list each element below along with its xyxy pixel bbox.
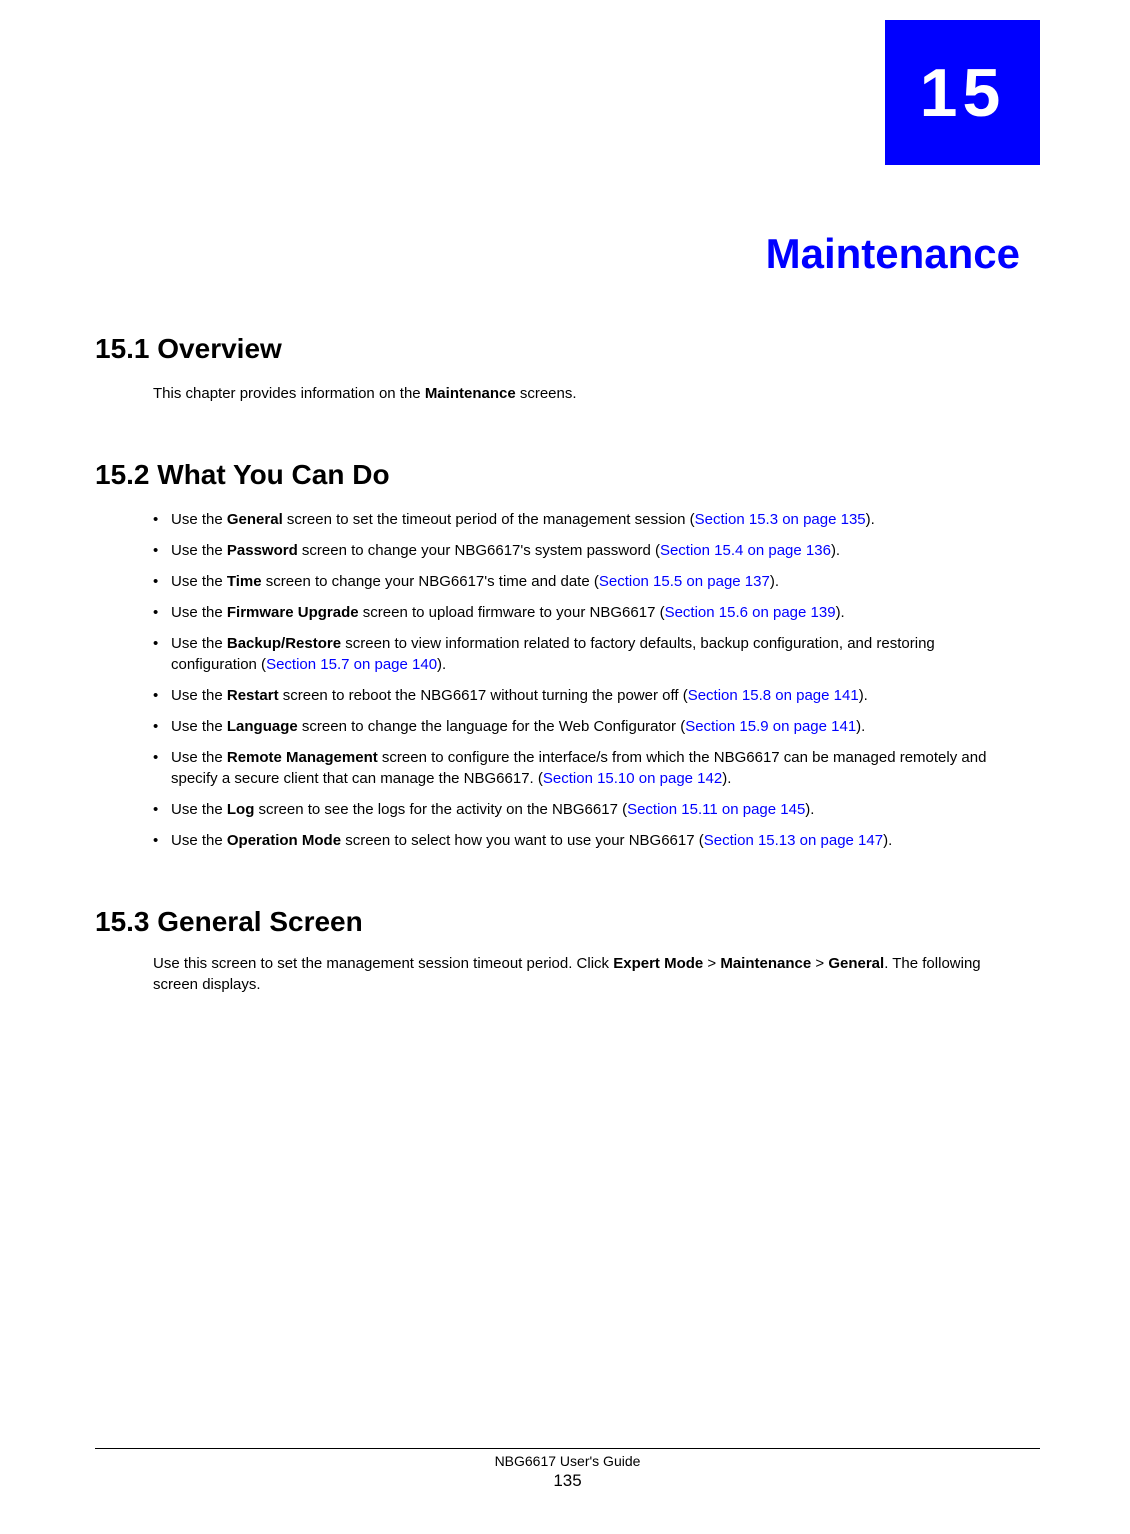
text-bold: Time — [227, 573, 262, 590]
cross-reference-link[interactable]: Section 15.4 on page 136 — [660, 542, 831, 559]
list-item: Use the General screen to set the timeou… — [153, 509, 1020, 530]
page-footer: NBG6617 User's Guide 135 — [95, 1448, 1040, 1491]
text: ). — [859, 687, 868, 704]
text: screen to reboot the NBG6617 without tur… — [279, 687, 688, 704]
text: Use the — [171, 542, 227, 559]
text: ). — [437, 656, 446, 673]
text: ). — [722, 770, 731, 787]
text-bold: Maintenance — [720, 955, 811, 972]
footer-guide-name: NBG6617 User's Guide — [95, 1453, 1040, 1469]
text: Use the — [171, 801, 227, 818]
cross-reference-link[interactable]: Section 15.6 on page 139 — [665, 604, 836, 621]
list-item: Use the Backup/Restore screen to view in… — [153, 633, 1020, 675]
text: screen to change your NBG6617's time and… — [262, 573, 599, 590]
text: ). — [770, 573, 779, 590]
section-heading-general: 15.3 General Screen — [95, 906, 1020, 938]
cross-reference-link[interactable]: Section 15.5 on page 137 — [599, 573, 770, 590]
list-item: Use the Remote Management screen to conf… — [153, 747, 1020, 789]
text-bold: Password — [227, 542, 298, 559]
text: screen to see the logs for the activity … — [254, 801, 627, 818]
overview-paragraph: This chapter provides information on the… — [153, 383, 1020, 404]
text-bold: Log — [227, 801, 255, 818]
general-paragraph: Use this screen to set the management se… — [153, 953, 1020, 995]
text: Use the — [171, 749, 227, 766]
text: screen to change your NBG6617's system p… — [298, 542, 660, 559]
text: > — [811, 955, 828, 972]
text-bold: Language — [227, 718, 298, 735]
text: ). — [805, 801, 814, 818]
text: screen to set the timeout period of the … — [283, 511, 695, 528]
text: Use this screen to set the management se… — [153, 955, 613, 972]
footer-rule — [95, 1448, 1040, 1449]
chapter-number-box: 15 — [885, 20, 1040, 165]
text: Use the — [171, 832, 227, 849]
text: ). — [866, 511, 875, 528]
text: Use the — [171, 635, 227, 652]
text: screen to change the language for the We… — [298, 718, 685, 735]
page-number: 135 — [95, 1471, 1040, 1491]
text: ). — [831, 542, 840, 559]
text: ). — [836, 604, 845, 621]
list-item: Use the Language screen to change the la… — [153, 716, 1020, 737]
cross-reference-link[interactable]: Section 15.3 on page 135 — [695, 511, 866, 528]
text-bold: Expert Mode — [613, 955, 703, 972]
text-bold: Remote Management — [227, 749, 378, 766]
text: screen to select how you want to use you… — [341, 832, 704, 849]
list-item: Use the Operation Mode screen to select … — [153, 830, 1020, 851]
text: Use the — [171, 604, 227, 621]
text-bold: Backup/Restore — [227, 635, 341, 652]
section-heading-overview: 15.1 Overview — [95, 333, 1020, 365]
cross-reference-link[interactable]: Section 15.7 on page 140 — [266, 656, 437, 673]
text: > — [703, 955, 720, 972]
cross-reference-link[interactable]: Section 15.11 on page 145 — [627, 801, 805, 818]
text: screen to upload firmware to your NBG661… — [359, 604, 665, 621]
cross-reference-link[interactable]: Section 15.10 on page 142 — [543, 770, 722, 787]
text: Use the — [171, 687, 227, 704]
cross-reference-link[interactable]: Section 15.8 on page 141 — [688, 687, 859, 704]
page-container: 15 Maintenance 15.1 Overview This chapte… — [0, 0, 1130, 1534]
text: Use the — [171, 573, 227, 590]
text-bold: Operation Mode — [227, 832, 341, 849]
text-bold: General — [227, 511, 283, 528]
text: screens. — [516, 385, 577, 402]
text-bold: Firmware Upgrade — [227, 604, 359, 621]
feature-list: Use the General screen to set the timeou… — [153, 509, 1020, 851]
text: ). — [856, 718, 865, 735]
list-item: Use the Restart screen to reboot the NBG… — [153, 685, 1020, 706]
text: Use the — [171, 511, 227, 528]
text-bold: Restart — [227, 687, 279, 704]
cross-reference-link[interactable]: Section 15.13 on page 147 — [704, 832, 883, 849]
list-item: Use the Firmware Upgrade screen to uploa… — [153, 602, 1020, 623]
text-bold: Maintenance — [425, 385, 516, 402]
text: Use the — [171, 718, 227, 735]
text-bold: General — [828, 955, 884, 972]
list-item: Use the Password screen to change your N… — [153, 540, 1020, 561]
section-heading-whatyoucando: 15.2 What You Can Do — [95, 459, 1020, 491]
chapter-number: 15 — [920, 54, 1006, 132]
cross-reference-link[interactable]: Section 15.9 on page 141 — [685, 718, 856, 735]
text: ). — [883, 832, 892, 849]
list-item: Use the Time screen to change your NBG66… — [153, 571, 1020, 592]
chapter-title: Maintenance — [95, 230, 1020, 278]
text: This chapter provides information on the — [153, 385, 425, 402]
list-item: Use the Log screen to see the logs for t… — [153, 799, 1020, 820]
